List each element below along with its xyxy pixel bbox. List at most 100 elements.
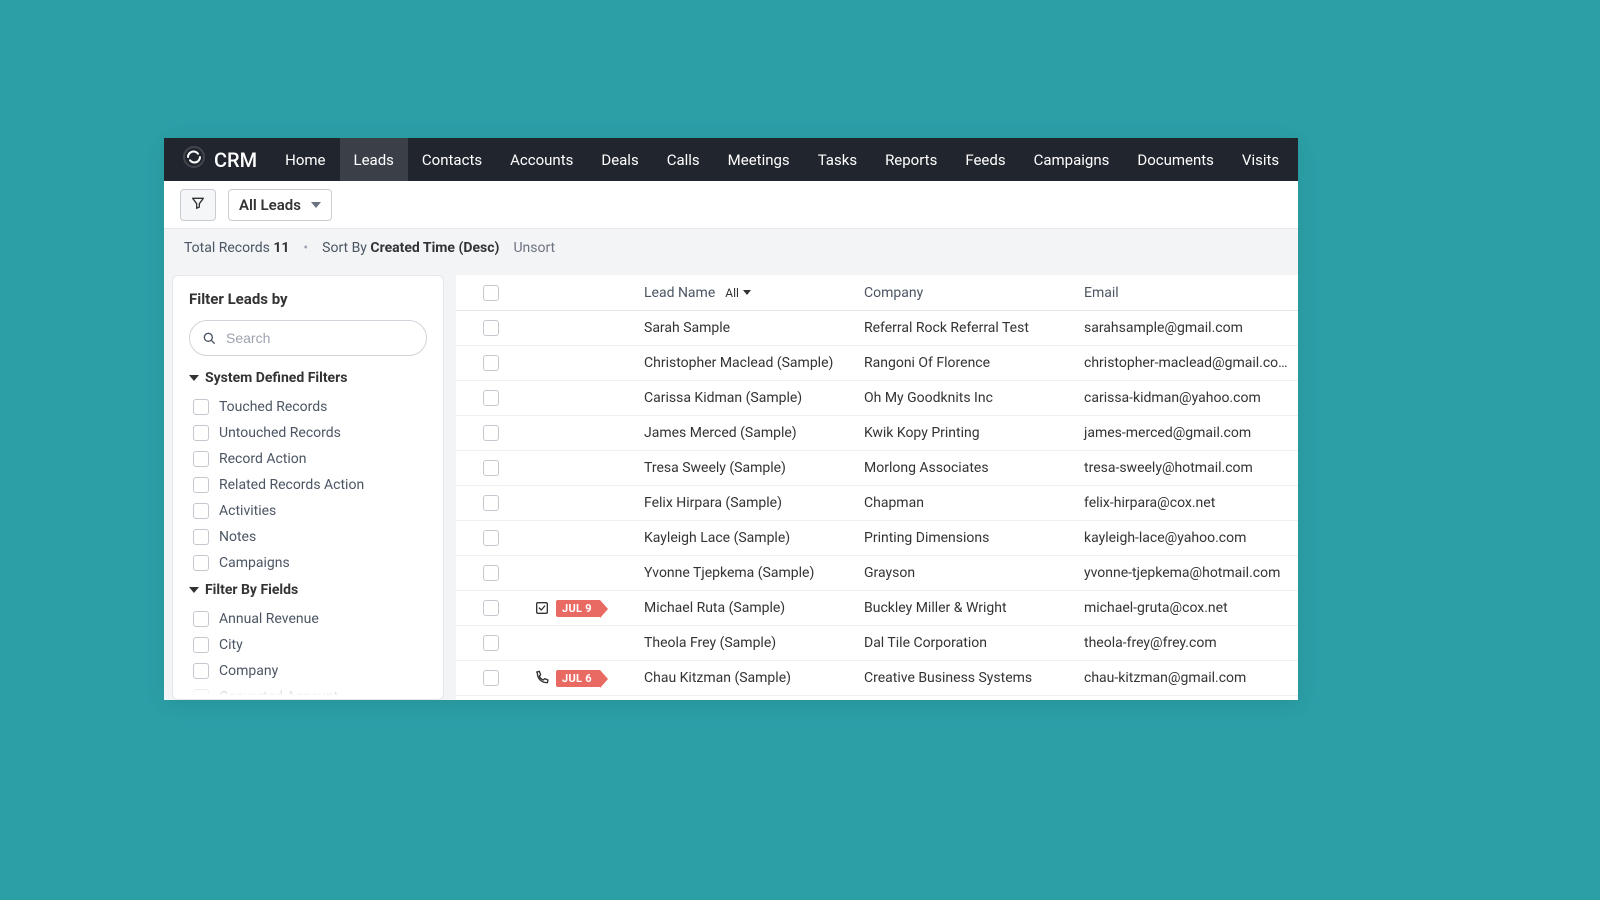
row-checkbox[interactable]: [483, 320, 499, 336]
checkbox[interactable]: [193, 503, 209, 519]
checkbox[interactable]: [193, 663, 209, 679]
table-header-row: Lead Name All Company Email: [456, 275, 1298, 311]
row-checkbox[interactable]: [483, 565, 499, 581]
table-row[interactable]: Carissa Kidman (Sample)Oh My Goodknits I…: [456, 381, 1298, 416]
checkbox[interactable]: [193, 399, 209, 415]
table-row[interactable]: Yvonne Tjepkema (Sample)Graysonyvonne-tj…: [456, 556, 1298, 591]
checkbox[interactable]: [193, 611, 209, 627]
filter-option[interactable]: Converted Account: [193, 684, 427, 700]
cell-lead-name[interactable]: Michael Ruta (Sample): [636, 594, 856, 622]
row-checkbox[interactable]: [483, 530, 499, 546]
row-checkbox[interactable]: [483, 635, 499, 651]
filter-option[interactable]: Campaigns: [193, 550, 427, 576]
nav-item-home[interactable]: Home: [271, 138, 339, 181]
row-checkbox[interactable]: [483, 670, 499, 686]
cell-lead-name[interactable]: Chau Kitzman (Sample): [636, 664, 856, 692]
cell-lead-name[interactable]: Yvonne Tjepkema (Sample): [636, 559, 856, 587]
lead-name-filter[interactable]: All: [725, 286, 751, 300]
cell-lead-name[interactable]: Carissa Kidman (Sample): [636, 384, 856, 412]
cell-lead-name[interactable]: Christopher Maclead (Sample): [636, 349, 856, 377]
row-select-cell: [456, 489, 526, 517]
nav-item-campaigns[interactable]: Campaigns: [1020, 138, 1124, 181]
cell-lead-name[interactable]: Kayleigh Lace (Sample): [636, 524, 856, 552]
table-row[interactable]: James Merced (Sample)Kwik Kopy Printingj…: [456, 416, 1298, 451]
filter-option-label: Related Records Action: [219, 477, 364, 493]
nav-item-visits[interactable]: Visits: [1228, 138, 1293, 181]
filter-option[interactable]: Activities: [193, 498, 427, 524]
nav-item-deals[interactable]: Deals: [587, 138, 652, 181]
filter-search-input[interactable]: [189, 320, 427, 356]
nav-item-projects[interactable]: Projects: [1293, 138, 1298, 181]
cell-lead-name[interactable]: Theola Frey (Sample): [636, 629, 856, 657]
checkbox[interactable]: [193, 555, 209, 571]
nav-item-meetings[interactable]: Meetings: [714, 138, 804, 181]
table-row[interactable]: Christopher Maclead (Sample)Rangoni Of F…: [456, 346, 1298, 381]
cell-email[interactable]: felix-hirpara@cox.net: [1076, 489, 1298, 517]
filter-option[interactable]: City: [193, 632, 427, 658]
cell-email[interactable]: kayleigh-lace@yahoo.com: [1076, 524, 1298, 552]
checkbox[interactable]: [193, 529, 209, 545]
nav-item-calls[interactable]: Calls: [653, 138, 714, 181]
table-row[interactable]: Tresa Sweely (Sample)Morlong Associatest…: [456, 451, 1298, 486]
filter-option[interactable]: Record Action: [193, 446, 427, 472]
row-checkbox[interactable]: [483, 600, 499, 616]
table-row[interactable]: Felix Hirpara (Sample)Chapmanfelix-hirpa…: [456, 486, 1298, 521]
filter-group-header[interactable]: System Defined Filters: [189, 370, 427, 386]
filter-toggle-button[interactable]: [180, 189, 216, 221]
filter-option[interactable]: Related Records Action: [193, 472, 427, 498]
cell-lead-name[interactable]: James Merced (Sample): [636, 419, 856, 447]
brand[interactable]: CRM: [174, 145, 265, 174]
filter-option[interactable]: Notes: [193, 524, 427, 550]
table-row[interactable]: Theola Frey (Sample)Dal Tile Corporation…: [456, 626, 1298, 661]
cell-email[interactable]: yvonne-tjepkema@hotmail.com: [1076, 559, 1298, 587]
table-row[interactable]: Kayleigh Lace (Sample)Printing Dimension…: [456, 521, 1298, 556]
table-row[interactable]: Sarah SampleReferral Rock Referral Tests…: [456, 311, 1298, 346]
nav-item-contacts[interactable]: Contacts: [408, 138, 496, 181]
row-checkbox[interactable]: [483, 495, 499, 511]
view-selector[interactable]: All Leads: [228, 189, 332, 221]
unsort-link[interactable]: Unsort: [513, 240, 555, 256]
nav-item-reports[interactable]: Reports: [871, 138, 951, 181]
table-row[interactable]: JUL 6Chau Kitzman (Sample)Creative Busin…: [456, 661, 1298, 696]
nav-item-tasks[interactable]: Tasks: [804, 138, 871, 181]
filter-option[interactable]: Untouched Records: [193, 420, 427, 446]
checkbox[interactable]: [193, 425, 209, 441]
column-header-lead-name[interactable]: Lead Name All: [636, 285, 856, 301]
cell-email[interactable]: tresa-sweely@hotmail.com: [1076, 454, 1298, 482]
column-header-company[interactable]: Company: [856, 285, 1076, 301]
row-select-cell: [456, 629, 526, 657]
nav-item-documents[interactable]: Documents: [1123, 138, 1228, 181]
column-header-email[interactable]: Email: [1076, 285, 1298, 301]
row-checkbox[interactable]: [483, 355, 499, 371]
select-all-checkbox[interactable]: [483, 285, 499, 301]
checkbox[interactable]: [193, 451, 209, 467]
cell-lead-name[interactable]: Felix Hirpara (Sample): [636, 489, 856, 517]
sort-by[interactable]: Sort By Created Time (Desc): [322, 240, 499, 256]
filter-option[interactable]: Annual Revenue: [193, 606, 427, 632]
filter-group-header[interactable]: Filter By Fields: [189, 582, 427, 598]
filter-option[interactable]: Company: [193, 658, 427, 684]
checkbox[interactable]: [193, 689, 209, 700]
checkbox[interactable]: [193, 637, 209, 653]
row-checkbox[interactable]: [483, 460, 499, 476]
cell-email[interactable]: christopher-maclead@gmail.com: [1076, 349, 1298, 377]
row-checkbox[interactable]: [483, 390, 499, 406]
table-row[interactable]: JUL 9Michael Ruta (Sample)Buckley Miller…: [456, 591, 1298, 626]
cell-email[interactable]: sarahsample@gmail.com: [1076, 314, 1298, 342]
cell-email[interactable]: michael-gruta@cox.net: [1076, 594, 1298, 622]
checkbox[interactable]: [193, 477, 209, 493]
cell-email[interactable]: theola-frey@frey.com: [1076, 629, 1298, 657]
cell-lead-name[interactable]: Sarah Sample: [636, 314, 856, 342]
cell-email[interactable]: carissa-kidman@yahoo.com: [1076, 384, 1298, 412]
cell-lead-name[interactable]: Tresa Sweely (Sample): [636, 454, 856, 482]
nav-item-accounts[interactable]: Accounts: [496, 138, 587, 181]
filter-option[interactable]: Touched Records: [193, 394, 427, 420]
nav-item-leads[interactable]: Leads: [340, 138, 408, 181]
status-bar: Total Records 11 • Sort By Created Time …: [164, 229, 1298, 267]
phone-icon: [534, 670, 550, 686]
cell-email[interactable]: chau-kitzman@gmail.com: [1076, 664, 1298, 692]
cell-email[interactable]: james-merced@gmail.com: [1076, 419, 1298, 447]
row-select-cell: [456, 419, 526, 447]
nav-item-feeds[interactable]: Feeds: [951, 138, 1019, 181]
row-checkbox[interactable]: [483, 425, 499, 441]
